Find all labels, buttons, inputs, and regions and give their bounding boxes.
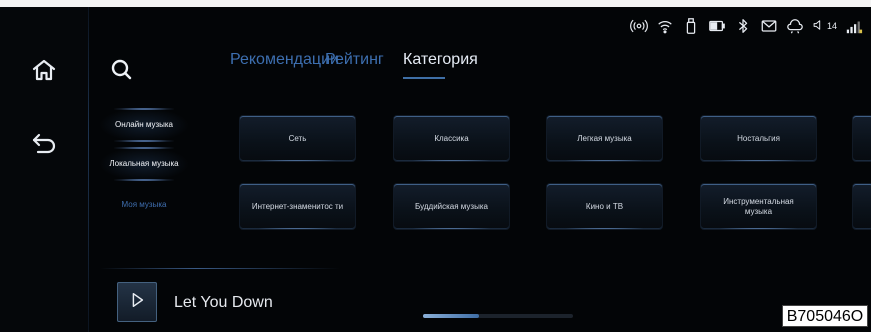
category-tile[interactable]: Ностальгия [701, 116, 816, 161]
category-tile[interactable]: Кино и ТВ [547, 184, 662, 229]
category-tile[interactable]: Классика [394, 116, 509, 161]
usb-drive-icon [682, 16, 700, 36]
back-icon [30, 130, 58, 163]
side-nav-local-music[interactable]: Локальная музыка [99, 147, 189, 181]
mail-icon [760, 16, 778, 36]
search-button[interactable] [108, 56, 136, 84]
category-tile[interactable]: Сеть [240, 116, 355, 161]
volume-indicator: 14 [812, 16, 837, 36]
active-tab-indicator [403, 77, 445, 79]
side-nav-my-music[interactable]: Моя музыка [99, 188, 189, 222]
bluetooth-icon [734, 16, 752, 36]
side-nav-online-music[interactable]: Онлайн музыка [99, 108, 189, 142]
song-title: Let You Down [174, 294, 273, 311]
tab-category[interactable]: Категория [403, 51, 478, 69]
side-nav-online-label: Онлайн музыка [115, 120, 173, 129]
hotspot-icon [630, 16, 648, 36]
image-id-watermark: B705046O [782, 305, 868, 327]
tab-rating[interactable]: Рейтинг [325, 51, 384, 69]
side-nav-my-label: Моя музыка [121, 200, 167, 209]
category-tile[interactable]: Инструментальная музыка [701, 184, 816, 229]
volume-icon [812, 16, 826, 37]
wifi-icon [656, 16, 674, 36]
category-tile[interactable]: Легкая музыка [547, 116, 662, 161]
signal-icon [845, 16, 863, 36]
category-tile-partial[interactable] [853, 116, 871, 161]
player-divider [100, 268, 340, 269]
status-bar: 14 [630, 14, 863, 38]
category-tile[interactable]: Интернет-знаменитос ти [240, 184, 355, 229]
play-icon [128, 291, 146, 314]
sd-card-icon [708, 16, 726, 36]
cloud-icon [786, 16, 804, 36]
home-button[interactable] [24, 52, 64, 92]
category-tile[interactable]: Буддийская музыка [394, 184, 509, 229]
playback-progress-fill [423, 314, 479, 318]
playback-progress[interactable] [423, 314, 573, 318]
rail-divider [88, 7, 89, 332]
play-button[interactable] [117, 282, 157, 322]
back-button[interactable] [24, 126, 64, 166]
side-nav-local-label: Локальная музыка [109, 159, 179, 168]
top-edge [0, 0, 871, 7]
tab-recommendations[interactable]: Рекомендации [230, 51, 339, 69]
home-icon [30, 56, 58, 89]
category-tile-partial[interactable] [853, 184, 871, 229]
search-icon [108, 59, 136, 88]
volume-level: 14 [826, 21, 837, 31]
